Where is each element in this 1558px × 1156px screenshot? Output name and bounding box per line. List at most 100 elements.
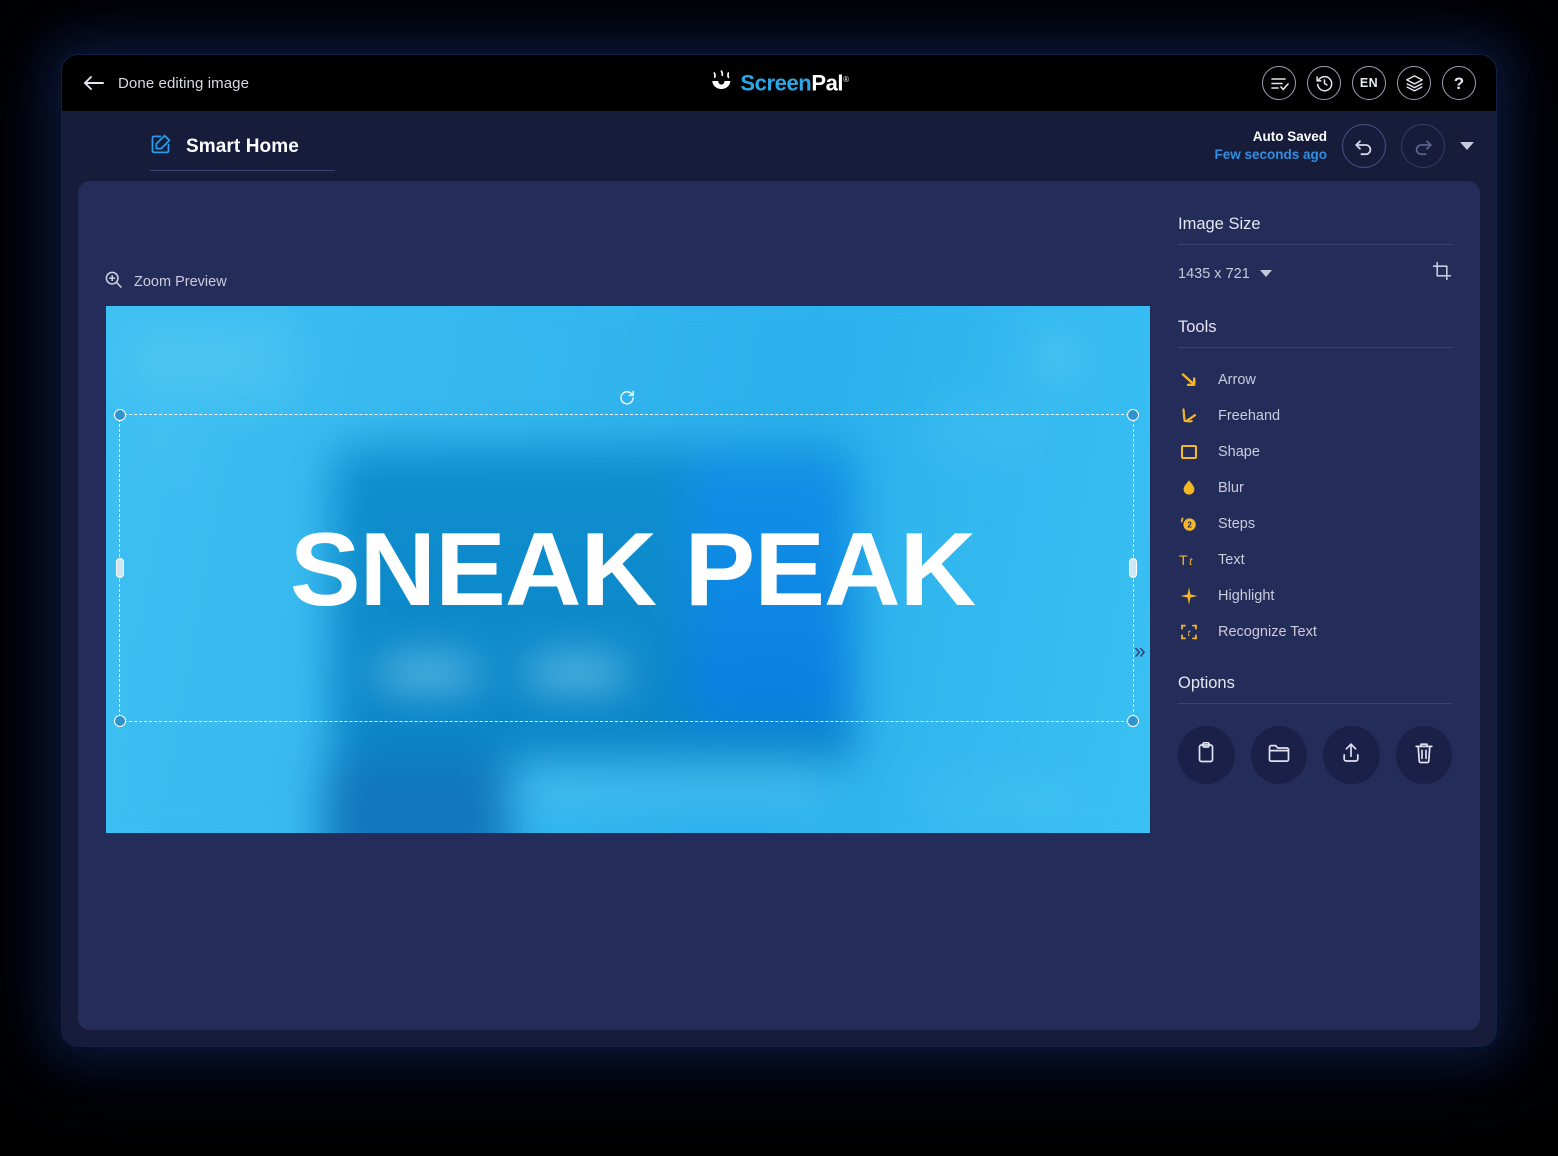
page-title: Smart Home	[186, 135, 299, 157]
image-size-row: 1435 x 721	[1178, 261, 1452, 286]
tool-label: Freehand	[1218, 408, 1281, 424]
art-pill-a	[378, 661, 478, 685]
language-selector[interactable]: EN	[1352, 66, 1386, 100]
tool-label: Blur	[1218, 480, 1244, 496]
image-size-heading: Image Size	[1178, 215, 1452, 245]
tool-freehand[interactable]: Freehand	[1178, 398, 1452, 434]
redo-button[interactable]	[1401, 124, 1445, 168]
svg-text:t: t	[1187, 627, 1191, 639]
title-bar: Done editing image ScreenPal® EN ?	[62, 55, 1496, 111]
brand-pal-text: Pal	[811, 70, 844, 95]
selection-handle-top-right[interactable]	[1127, 409, 1139, 421]
tool-label: Text	[1218, 552, 1245, 568]
image-size-dropdown[interactable]: 1435 x 721	[1178, 266, 1272, 282]
selection-handle-middle-right[interactable]	[1129, 558, 1137, 578]
help-icon[interactable]: ?	[1442, 66, 1476, 100]
edit-pencil-square-icon[interactable]	[150, 133, 172, 160]
copy-to-clipboard-button[interactable]	[1178, 726, 1235, 784]
svg-text:t: t	[1189, 553, 1193, 568]
image-preview-stage[interactable]: SNEAK PEAK	[106, 306, 1150, 833]
project-bar: Smart Home Auto Saved Few seconds ago	[62, 111, 1496, 181]
chevron-down-icon[interactable]	[1460, 142, 1474, 150]
tool-arrow[interactable]: Arrow	[1178, 362, 1452, 398]
tool-highlight[interactable]: Highlight	[1178, 578, 1452, 614]
zoom-preview-label: Zoom Preview	[134, 274, 227, 290]
selection-handle-top-left[interactable]	[114, 409, 126, 421]
brand-screen-text: Screen	[740, 70, 812, 95]
options-heading: Options	[1178, 674, 1452, 704]
art-pill-b	[526, 661, 626, 685]
art-faint-low	[926, 786, 1076, 812]
tool-label: Highlight	[1218, 588, 1275, 604]
editor-body: Zoom Preview SNEAK PEAK » Image Size 143…	[62, 181, 1496, 1046]
tool-text[interactable]: T t Text	[1178, 542, 1452, 578]
arrow-tool-icon	[1178, 370, 1200, 390]
art-faint-right	[1036, 328, 1076, 386]
screenpal-logo-icon	[709, 70, 733, 97]
freehand-tool-icon	[1178, 406, 1200, 426]
blur-tool-icon	[1178, 478, 1200, 498]
save-cluster: Auto Saved Few seconds ago	[1214, 124, 1474, 168]
tools-heading: Tools	[1178, 318, 1452, 348]
chevron-double-right-icon[interactable]: »	[1134, 641, 1146, 662]
titlebar-actions: EN ?	[1262, 66, 1476, 100]
tool-list: Arrow Freehand Shape Blur 2 Steps T t Te…	[1178, 362, 1452, 650]
steps-tool-icon: 2	[1178, 514, 1200, 534]
magnifier-plus-icon	[104, 270, 123, 294]
screenpal-logo: ScreenPal®	[709, 70, 849, 97]
options-buttons	[1178, 726, 1452, 784]
svg-text:T: T	[1179, 552, 1188, 568]
selection-handle-middle-left[interactable]	[116, 558, 124, 578]
art-faint-left	[126, 324, 291, 396]
headline-text[interactable]: SNEAK PEAK	[106, 518, 1150, 622]
language-code-label: EN	[1359, 76, 1379, 90]
autosave-status: Auto Saved Few seconds ago	[1214, 128, 1327, 164]
autosave-label: Auto Saved	[1252, 128, 1327, 144]
trash-icon	[1413, 741, 1435, 770]
upload-icon	[1339, 741, 1363, 770]
image-size-value: 1435 x 721	[1178, 265, 1250, 282]
crop-icon[interactable]	[1432, 261, 1452, 286]
undo-button[interactable]	[1342, 124, 1386, 168]
history-clock-icon[interactable]	[1307, 66, 1341, 100]
help-question-glyph: ?	[1453, 73, 1465, 93]
done-editing-label: Done editing image	[118, 74, 250, 92]
save-to-folder-button[interactable]	[1250, 726, 1307, 784]
arrow-left-icon	[82, 73, 106, 93]
art-block-bottom	[324, 761, 509, 833]
tool-label: Steps	[1218, 516, 1256, 532]
brand-registered-mark: ®	[843, 74, 849, 84]
tool-label: Arrow	[1218, 372, 1256, 388]
folder-icon	[1267, 742, 1291, 769]
project-title-editor[interactable]: Smart Home	[150, 121, 335, 171]
done-editing-button[interactable]: Done editing image	[82, 73, 249, 93]
upload-share-button[interactable]	[1323, 726, 1380, 784]
chevron-down-icon	[1259, 270, 1272, 277]
recognize-text-tool-icon: t	[1178, 622, 1200, 642]
text-tool-icon: T t	[1178, 550, 1200, 570]
canvas-panel: Zoom Preview SNEAK PEAK	[78, 181, 1150, 1030]
tool-steps[interactable]: 2 Steps	[1178, 506, 1452, 542]
tool-label: Shape	[1218, 444, 1260, 460]
layers-icon[interactable]	[1397, 66, 1431, 100]
tool-blur[interactable]: Blur	[1178, 470, 1452, 506]
art-faint-dot	[144, 426, 190, 468]
screenpal-image-editor-window: Done editing image ScreenPal® EN ? Smart…	[62, 55, 1496, 1046]
brand-wordmark: ScreenPal®	[740, 70, 849, 95]
delete-button[interactable]	[1395, 726, 1452, 784]
tool-label: Recognize Text	[1218, 624, 1317, 640]
selection-handle-bottom-right[interactable]	[1127, 715, 1139, 727]
art-faint-mid	[926, 416, 1036, 446]
zoom-preview-toggle[interactable]: Zoom Preview	[104, 270, 227, 294]
autosave-timestamp: Few seconds ago	[1214, 147, 1327, 162]
shape-tool-icon	[1178, 442, 1200, 462]
rotate-icon[interactable]	[618, 389, 636, 407]
clipboard-icon	[1195, 741, 1217, 770]
highlight-tool-icon	[1178, 586, 1200, 606]
tool-shape[interactable]: Shape	[1178, 434, 1452, 470]
right-rail-panel: » Image Size 1435 x 721 Tools Arrow Free…	[1134, 181, 1480, 1030]
selection-handle-bottom-left[interactable]	[114, 715, 126, 727]
list-check-icon[interactable]	[1262, 66, 1296, 100]
tool-recognize-text[interactable]: t Recognize Text	[1178, 614, 1452, 650]
svg-text:2: 2	[1187, 521, 1192, 530]
